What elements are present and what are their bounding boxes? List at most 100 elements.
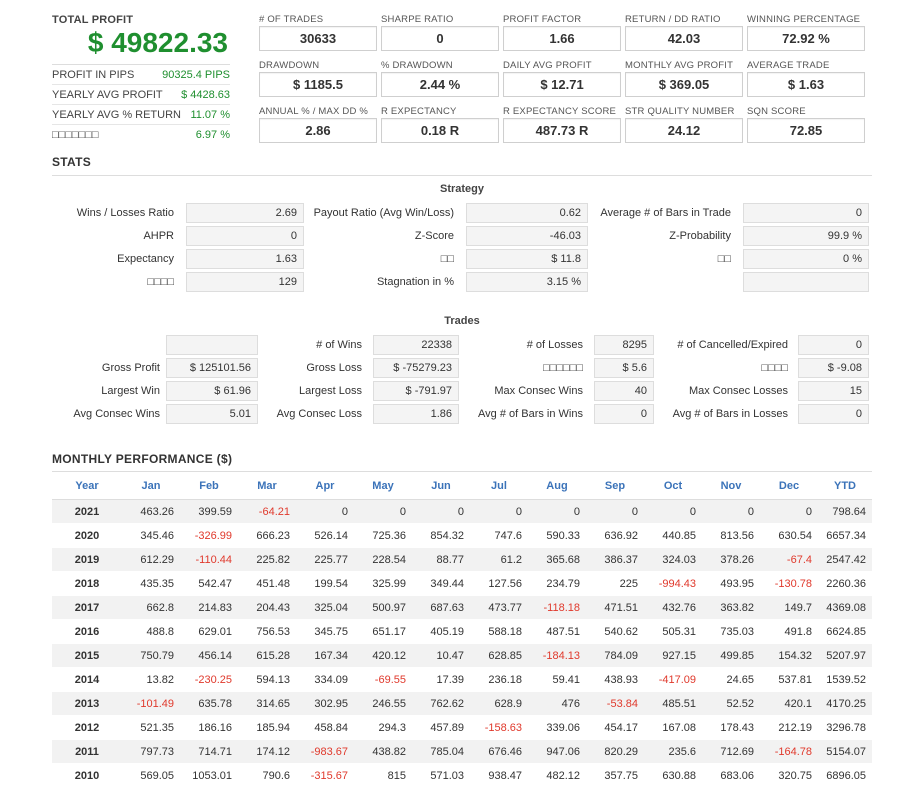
year-cell: 2019 xyxy=(74,553,100,566)
stat-label: Stagnation in % xyxy=(376,276,454,288)
summary-row-value: 90325.4 PIPS xyxy=(162,68,230,81)
metric-sqn-score: SQN SCORE 72.85 xyxy=(747,106,865,143)
month-cell: -230.25 xyxy=(194,673,232,686)
ytd-cell: 798.64 xyxy=(832,505,866,518)
month-cell: 154.32 xyxy=(778,649,812,662)
year-cell: 2014 xyxy=(74,673,100,686)
month-cell: 488.8 xyxy=(146,625,174,638)
month-cell: 785.04 xyxy=(430,745,464,758)
year-cell: 2018 xyxy=(74,577,100,590)
month-cell: 17.39 xyxy=(436,673,464,686)
month-cell: 314.65 xyxy=(256,697,290,710)
month-cell: 235.6 xyxy=(668,745,696,758)
stat-value: 1.86 xyxy=(373,404,459,424)
monthly-row: 2015 750.79 456.14 615.28 167.34 420.12 10.47 6… xyxy=(52,644,872,668)
stat-value: 0.62 xyxy=(466,203,588,223)
month-cell: 735.03 xyxy=(720,625,754,638)
month-cell: 615.28 xyxy=(256,649,290,662)
month-cell: 334.09 xyxy=(314,673,348,686)
stat-value: 0 xyxy=(186,226,304,246)
month-cell: 0 xyxy=(515,505,522,518)
month-cell: 458.84 xyxy=(314,721,348,734)
month-cell: 629.01 xyxy=(198,625,232,638)
header-month: Apr xyxy=(315,479,335,492)
month-cell: 52.52 xyxy=(726,697,754,710)
month-cell: 687.63 xyxy=(430,601,464,614)
year-cell: 2021 xyxy=(74,505,100,518)
month-cell: -101.49 xyxy=(136,697,174,710)
month-cell: 386.37 xyxy=(604,553,638,566)
header-month: Feb xyxy=(199,479,219,492)
header-month: Jan xyxy=(141,479,161,492)
metric-daily-avg: DAILY AVG PROFIT $ 12.71 xyxy=(503,60,621,97)
stat-value: 2.69 xyxy=(186,203,304,223)
header-month: Jul xyxy=(491,479,507,492)
month-cell: 588.18 xyxy=(488,625,522,638)
month-cell: -69.55 xyxy=(374,673,406,686)
stat-label: □□□□ xyxy=(147,276,174,288)
stat-label: □□□□ xyxy=(761,362,788,374)
month-cell: 0 xyxy=(573,505,580,518)
month-cell: 485.51 xyxy=(662,697,696,710)
month-cell: 339.06 xyxy=(546,721,580,734)
month-cell: -164.78 xyxy=(774,745,812,758)
stat-value: 0 xyxy=(743,203,869,223)
header-year: Year xyxy=(75,479,99,492)
stat-value: 8295 xyxy=(594,335,654,355)
month-cell: 0 xyxy=(805,505,812,518)
month-cell: 214.83 xyxy=(198,601,232,614)
stat-label: Gross Loss xyxy=(306,362,362,374)
header-month: Nov xyxy=(720,479,742,492)
total-profit-label: TOTAL PROFIT xyxy=(52,14,134,26)
header-month: Dec xyxy=(778,479,800,492)
header-month: Mar xyxy=(257,479,277,492)
month-cell: 594.13 xyxy=(256,673,290,686)
ytd-cell: 5154.07 xyxy=(826,745,866,758)
stat-label: Expectancy xyxy=(117,253,174,265)
stat-label: # of Cancelled/Expired xyxy=(677,339,788,351)
month-cell: 526.14 xyxy=(314,529,348,542)
ytd-cell: 3296.78 xyxy=(826,721,866,734)
month-cell: 294.3 xyxy=(378,721,406,734)
month-cell: 228.54 xyxy=(372,553,406,566)
month-cell: 0 xyxy=(689,505,696,518)
month-cell: 651.17 xyxy=(372,625,406,638)
ytd-cell: 2547.42 xyxy=(826,553,866,566)
header-month: Sep xyxy=(604,479,626,492)
year-cell: 2010 xyxy=(74,769,100,782)
stat-value: 5.01 xyxy=(166,404,258,424)
metric-label: RETURN / DD RATIO xyxy=(625,14,721,25)
monthly-row: 2013 -101.49 635.78 314.65 302.95 246.55 762.6… xyxy=(52,692,872,716)
month-cell: 521.35 xyxy=(140,721,174,734)
stats-divider xyxy=(52,175,872,176)
stat-value: 0 % xyxy=(743,249,869,269)
year-cell: 2015 xyxy=(74,649,100,662)
summary-row-label: YEARLY AVG % RETURN xyxy=(52,108,181,121)
metric-label: SQN SCORE xyxy=(747,106,806,117)
month-cell: 149.7 xyxy=(784,601,812,614)
month-cell: -130.78 xyxy=(774,577,812,590)
month-cell: 24.65 xyxy=(726,673,754,686)
year-cell: 2013 xyxy=(74,697,100,710)
monthly-row: 2011 797.73 714.71 174.12 -983.67 438.82 785.0… xyxy=(52,740,872,764)
year-cell: 2020 xyxy=(74,529,100,542)
month-cell: 365.68 xyxy=(546,553,580,566)
month-cell: 762.62 xyxy=(430,697,464,710)
stat-label: Avg Consec Wins xyxy=(73,408,160,420)
month-cell: 630.54 xyxy=(778,529,812,542)
year-cell: 2017 xyxy=(74,601,100,614)
month-cell: 813.56 xyxy=(720,529,754,542)
stat-value: $ 5.6 xyxy=(594,358,654,378)
month-cell: 59.41 xyxy=(552,673,580,686)
monthly-row: 2020 345.46 -326.99 666.23 526.14 725.36 854.3… xyxy=(52,524,872,548)
month-cell: 725.36 xyxy=(372,529,406,542)
summary-row: YEARLY AVG PROFIT $ 4428.63 xyxy=(52,84,230,104)
stat-value: $ 61.96 xyxy=(166,381,258,401)
month-cell: 438.93 xyxy=(604,673,638,686)
month-cell: 784.09 xyxy=(604,649,638,662)
stat-label: □□□□□□ xyxy=(543,362,583,374)
month-cell: -315.67 xyxy=(310,769,348,782)
metric-str-quality: STR QUALITY NUMBER 24.12 xyxy=(625,106,743,143)
month-cell: -67.4 xyxy=(786,553,812,566)
summary-row-value: $ 4428.63 xyxy=(181,88,230,101)
